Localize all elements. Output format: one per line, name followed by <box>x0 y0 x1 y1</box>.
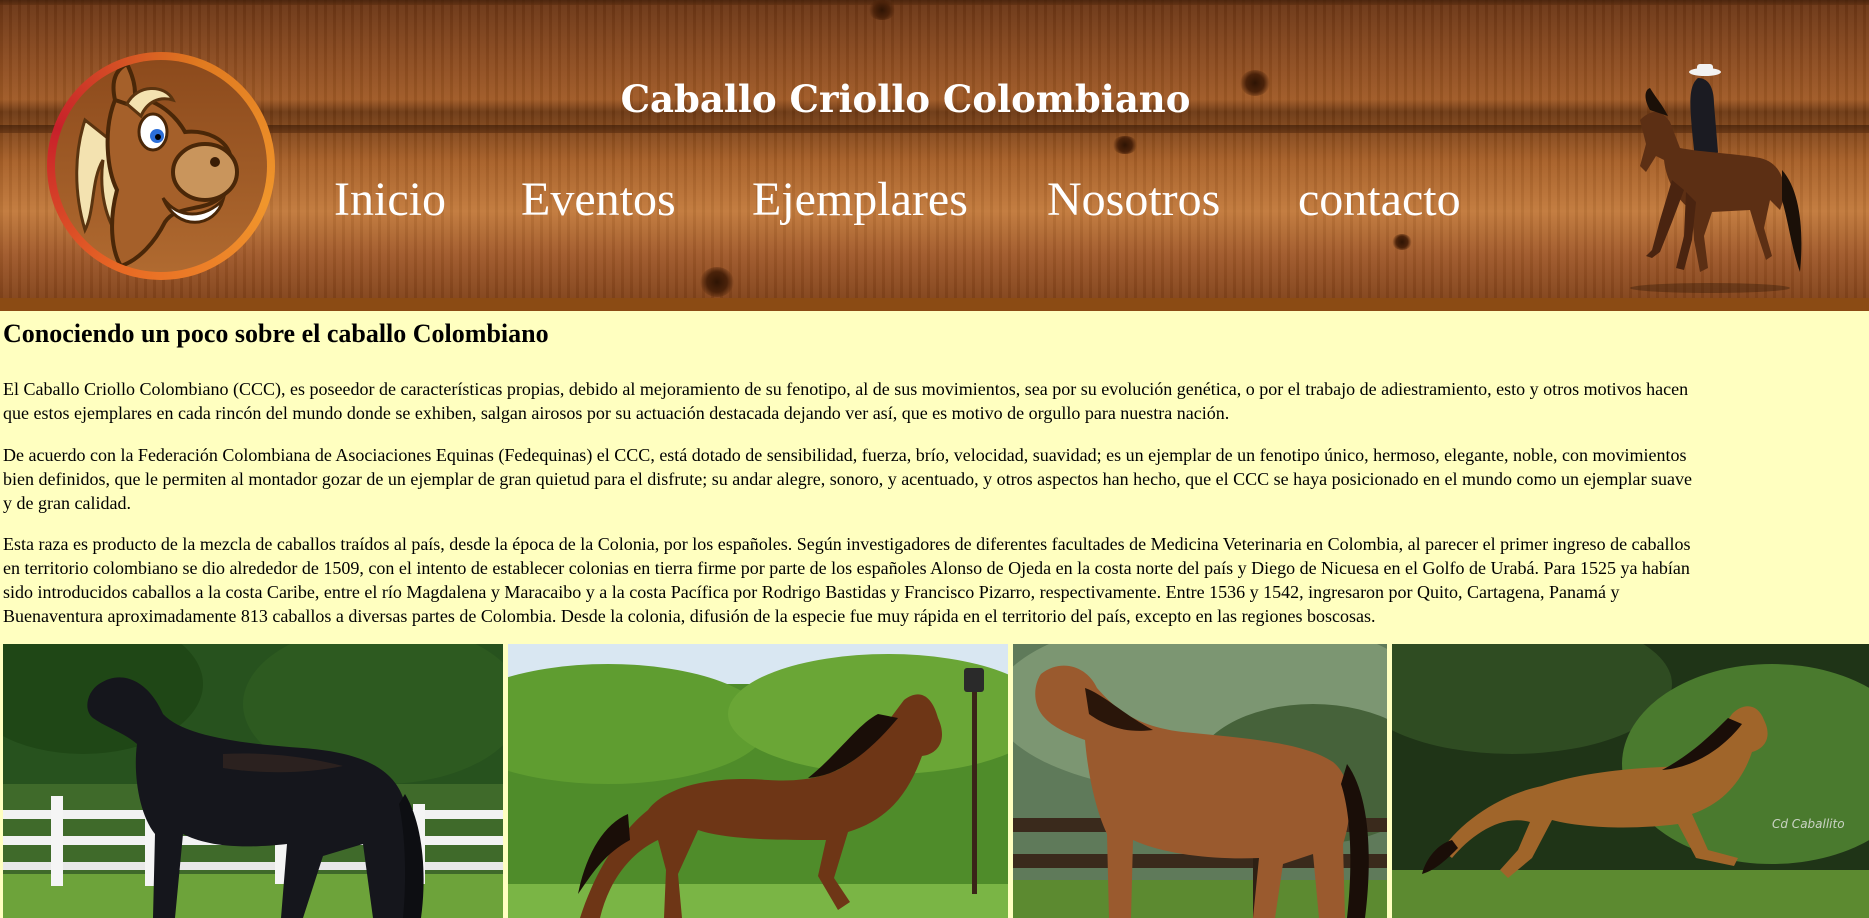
paragraph-intro: El Caballo Criollo Colombiano (CCC), es … <box>3 377 1869 425</box>
paragraph-line: sido introducidos caballos a la costa Ca… <box>3 582 1620 602</box>
paragraph-line: que estos ejemplares en cada rincón del … <box>3 403 1230 423</box>
gallery-photo[interactable] <box>508 644 1008 918</box>
wood-plank-seam <box>0 125 1869 133</box>
wood-knot <box>868 0 896 20</box>
nav-item-inicio[interactable]: Inicio <box>334 170 446 230</box>
paragraph-line: Buenaventura aproximadamente 813 caballo… <box>3 606 1376 626</box>
wood-knot <box>1392 234 1412 250</box>
wood-knot <box>700 267 734 297</box>
nav-item-ejemplares[interactable]: Ejemplares <box>752 170 968 230</box>
site-header: Caballo Criollo Colombiano Inicio Evento… <box>0 0 1869 311</box>
wood-knot <box>1112 136 1138 154</box>
paragraph-line: y de gran calidad. <box>3 493 131 513</box>
horse-rider-image <box>1600 60 1810 295</box>
nav-item-nosotros[interactable]: Nosotros <box>1047 170 1220 230</box>
paragraph-line: Esta raza es producto de la mezcla de ca… <box>3 534 1691 554</box>
nav-item-eventos[interactable]: Eventos <box>521 170 676 230</box>
paragraph-history: Esta raza es producto de la mezcla de ca… <box>3 532 1869 628</box>
paragraph-line: en territorio colombiano se dio alrededo… <box>3 558 1690 578</box>
gallery-photo[interactable] <box>3 644 503 918</box>
wood-plank-seam <box>0 0 1869 5</box>
gallery-photo[interactable] <box>1013 644 1387 918</box>
paragraph-line: El Caballo Criollo Colombiano (CCC), es … <box>3 379 1689 399</box>
nav-item-contacto[interactable]: contacto <box>1298 170 1461 230</box>
paragraph-line: De acuerdo con la Federación Colombiana … <box>3 445 1687 465</box>
page-heading: Conociendo un poco sobre el caballo Colo… <box>3 319 549 348</box>
horse-rider-icon <box>1630 64 1802 293</box>
photo-signature: Cd Caballito <box>1772 817 1845 831</box>
site-title: Caballo Criollo Colombiano <box>620 77 1191 121</box>
paragraph-line: bien definidos, que le permiten al monta… <box>3 469 1692 489</box>
header-bottom-bar <box>0 298 1869 311</box>
paragraph-fedequinas: De acuerdo con la Federación Colombiana … <box>3 443 1869 515</box>
gallery-photo[interactable]: Cd Caballito <box>1392 644 1869 918</box>
